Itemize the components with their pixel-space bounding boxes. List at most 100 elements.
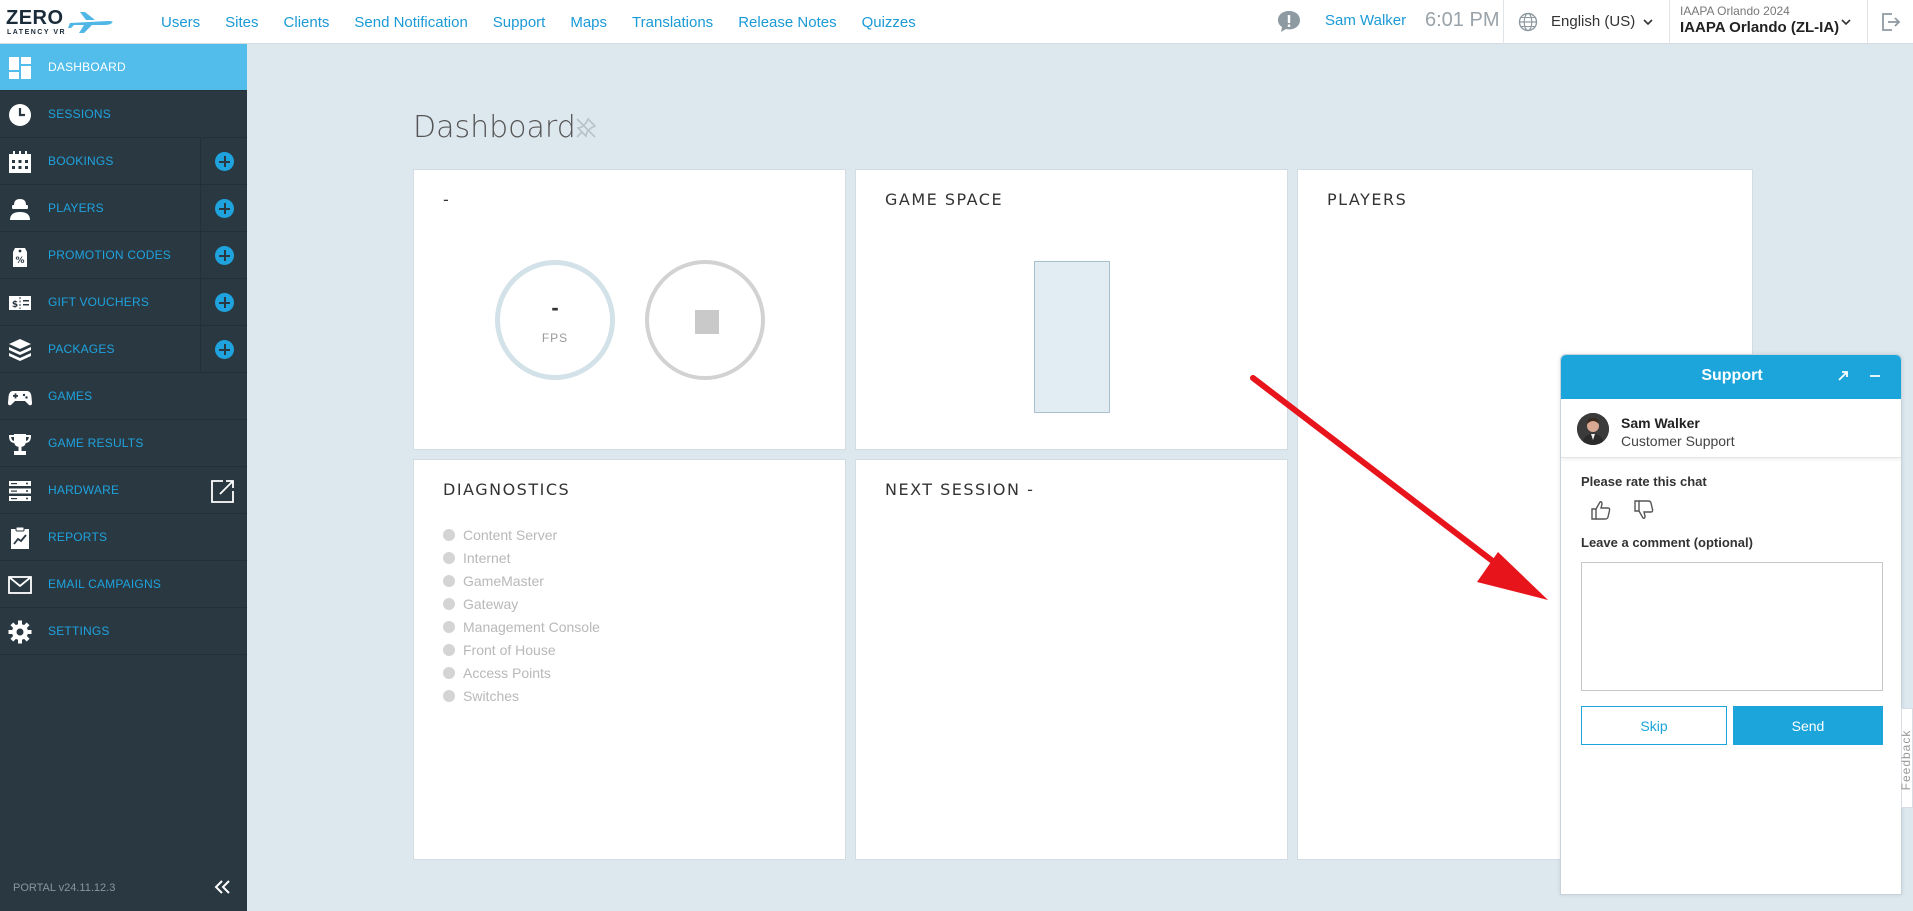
svg-text:$: $: [12, 300, 18, 310]
sidebar-item-hardware[interactable]: HARDWARE: [0, 467, 247, 514]
nav-support[interactable]: Support: [493, 14, 546, 31]
external-link-icon[interactable]: [210, 479, 235, 504]
sidebar-item-reports[interactable]: REPORTS: [0, 514, 247, 561]
calendar-icon: [9, 151, 31, 173]
zero-latency-logo[interactable]: ZERO LATENCY VR: [6, 5, 113, 39]
sidebar-item-email-campaigns[interactable]: EMAIL CAMPAIGNS: [0, 561, 247, 608]
nav-clients[interactable]: Clients: [284, 14, 330, 31]
plus-icon: [215, 152, 234, 171]
thumbs-down-icon[interactable]: [1632, 498, 1656, 522]
fps-value: -: [551, 295, 559, 320]
logo-wordmark: ZERO: [6, 7, 64, 29]
diagnostic-item: Content Server: [443, 523, 600, 546]
next-session-card: NEXT SESSION -: [855, 459, 1288, 860]
collapse-sidebar-icon[interactable]: [208, 872, 238, 902]
stop-icon: [695, 310, 719, 334]
top-bar: ZERO LATENCY VR Users Sites Clients Send…: [0, 0, 1913, 44]
diagnostic-item: Management Console: [443, 615, 600, 638]
sidebar: DASHBOARD SESSIONS BOOKINGS PLAYERS % PR…: [0, 44, 247, 911]
header-divider: [1669, 0, 1670, 44]
sidebar-item-label: BOOKINGS: [48, 154, 114, 168]
plus-icon: [215, 293, 234, 312]
status-dot: [443, 643, 455, 656]
nav-sites[interactable]: Sites: [225, 14, 258, 31]
card-title: NEXT SESSION -: [885, 480, 1035, 499]
annotation-arrow: [1250, 375, 1548, 600]
tag-percent-icon: %: [13, 248, 27, 267]
sidebar-item-bookings[interactable]: BOOKINGS: [0, 138, 247, 185]
sidebar-item-promotion-codes[interactable]: % PROMOTION CODES: [0, 232, 247, 279]
gear-icon: [8, 620, 32, 644]
sidebar-item-dashboard[interactable]: DASHBOARD: [0, 44, 247, 91]
sidebar-item-settings[interactable]: SETTINGS: [0, 608, 247, 655]
packages-icon: [9, 339, 31, 361]
chevron-down-icon[interactable]: [1841, 17, 1851, 27]
current-user-link[interactable]: Sam Walker: [1325, 12, 1406, 29]
diagnostic-label: Management Console: [463, 618, 600, 635]
sidebar-item-label: SESSIONS: [48, 107, 111, 121]
send-button[interactable]: Send: [1733, 706, 1883, 745]
sidebar-item-label: DASHBOARD: [48, 60, 126, 74]
diagnostic-label: Content Server: [463, 526, 558, 543]
nav-translations[interactable]: Translations: [632, 14, 713, 31]
sidebar-item-packages[interactable]: PACKAGES: [0, 326, 247, 373]
add-promotion-code-button[interactable]: [200, 232, 247, 279]
card-title: GAME SPACE: [885, 190, 1004, 209]
portal-version: PORTAL v24.11.12.3: [13, 882, 116, 894]
nav-send-notification[interactable]: Send Notification: [354, 14, 467, 31]
sidebar-item-label: PACKAGES: [48, 342, 115, 356]
status-dot: [443, 551, 455, 564]
agent-portrait: [1577, 413, 1609, 445]
diagnostic-item: Switches: [443, 684, 600, 707]
server-icon: [9, 481, 31, 501]
sidebar-item-label: GAME RESULTS: [48, 436, 144, 450]
sidebar-item-label: PROMOTION CODES: [48, 248, 172, 262]
agent-info: Sam Walker Customer Support: [1561, 399, 1901, 458]
add-player-button[interactable]: [200, 185, 247, 232]
diagnostic-item: Internet: [443, 546, 600, 569]
feedback-tab[interactable]: Feedback: [1899, 708, 1913, 808]
site-select[interactable]: IAAPA Orlando (ZL-IA): [1680, 19, 1839, 36]
stop-control[interactable]: [645, 260, 765, 380]
add-booking-button[interactable]: [200, 138, 247, 185]
expand-icon[interactable]: [1835, 368, 1851, 384]
trophy-icon: [8, 434, 32, 455]
diagnostic-label: GameMaster: [463, 572, 544, 589]
card-title: DIAGNOSTICS: [443, 480, 571, 499]
sidebar-item-gift-vouchers[interactable]: $ GIFT VOUCHERS: [0, 279, 247, 326]
game-space-map[interactable]: [1034, 261, 1110, 413]
chat-alert-icon[interactable]: [1276, 9, 1302, 35]
status-dot: [443, 689, 455, 702]
thumbs-up-icon[interactable]: [1589, 498, 1613, 522]
nav-users[interactable]: Users: [161, 14, 200, 31]
minimize-icon[interactable]: [1867, 368, 1883, 384]
gamepad-icon: [8, 391, 32, 406]
nav-maps[interactable]: Maps: [570, 14, 607, 31]
logout-icon[interactable]: [1880, 11, 1902, 33]
chevron-down-icon[interactable]: [1643, 17, 1653, 27]
sidebar-item-game-results[interactable]: GAME RESULTS: [0, 420, 247, 467]
agent-name: Sam Walker: [1621, 415, 1700, 431]
envelope-icon: [8, 576, 32, 594]
diagnostic-label: Front of House: [463, 641, 556, 658]
language-select[interactable]: English (US): [1551, 13, 1635, 30]
agent-role: Customer Support: [1621, 433, 1735, 449]
sidebar-item-label: HARDWARE: [48, 483, 120, 497]
sidebar-item-players[interactable]: PLAYERS: [0, 185, 247, 232]
sidebar-item-label: GIFT VOUCHERS: [48, 295, 150, 309]
header-divider: [1503, 0, 1504, 44]
add-package-button[interactable]: [200, 326, 247, 373]
sidebar-item-label: SETTINGS: [48, 624, 110, 638]
sidebar-item-games[interactable]: GAMES: [0, 373, 247, 420]
nav-release-notes[interactable]: Release Notes: [738, 14, 836, 31]
add-gift-voucher-button[interactable]: [200, 279, 247, 326]
support-header: Support: [1561, 355, 1901, 399]
top-navigation: Users Sites Clients Send Notification Su…: [161, 0, 941, 44]
skip-button[interactable]: Skip: [1581, 706, 1727, 745]
unpin-icon[interactable]: [574, 116, 598, 140]
logo-subtitle: LATENCY VR: [7, 29, 67, 36]
sidebar-item-sessions[interactable]: SESSIONS: [0, 91, 247, 138]
plane-icon: [68, 12, 113, 33]
nav-quizzes[interactable]: Quizzes: [862, 14, 916, 31]
comment-textarea[interactable]: [1581, 562, 1883, 691]
